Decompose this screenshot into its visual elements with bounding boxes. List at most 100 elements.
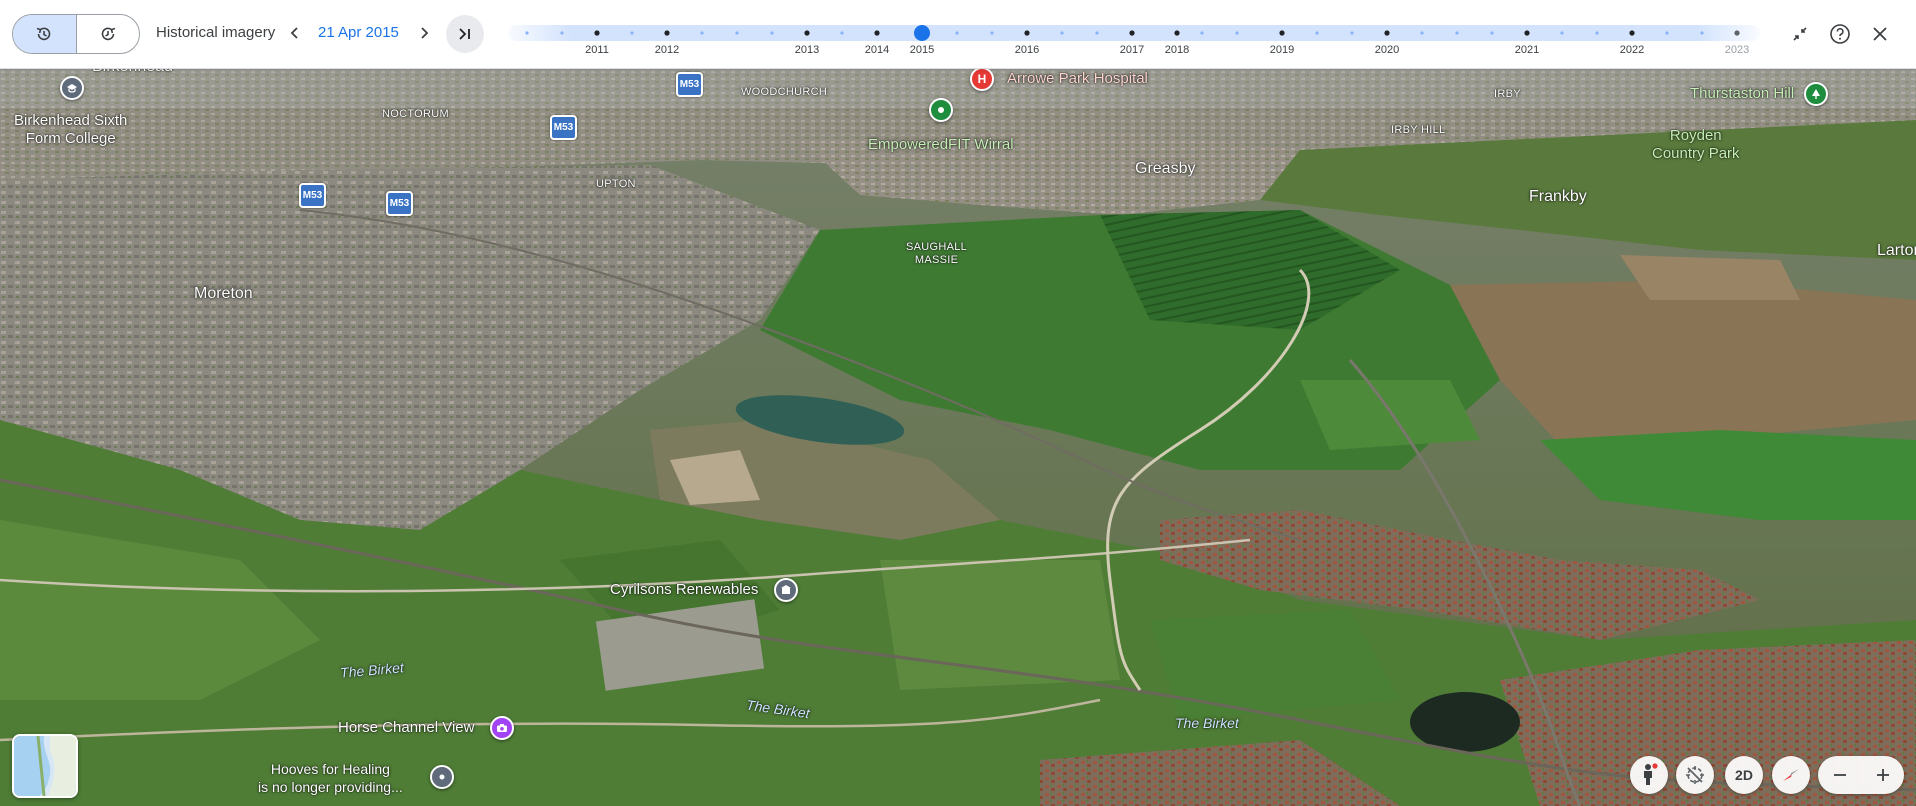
place-label-line: Birkenhead Sixth — [14, 112, 128, 129]
timeline-minor-dot[interactable] — [1060, 31, 1064, 35]
timeline-year-dot[interactable] — [1734, 30, 1740, 36]
zoom-out-button[interactable] — [1818, 756, 1861, 794]
close-button[interactable] — [1866, 20, 1894, 48]
disable-tilt-button[interactable] — [1676, 756, 1714, 794]
timeline-year-dot[interactable] — [804, 30, 810, 36]
timeline-year-label: 2013 — [795, 44, 819, 56]
history-back-button[interactable] — [13, 15, 76, 53]
place-label-line: Royden — [1669, 127, 1722, 144]
timeline-year-label: 2019 — [1270, 44, 1294, 56]
view-mode-2d-button[interactable]: 2D — [1725, 756, 1763, 794]
m53-motorway-shield: M53 — [386, 191, 413, 216]
historical-imagery-bar: Historical imagery 21 Apr 2015 2011 2012 2… — [0, 0, 1916, 69]
building-icon[interactable] — [774, 578, 798, 602]
school-icon[interactable] — [60, 76, 84, 100]
timeline-minor-dot[interactable] — [1665, 31, 1669, 35]
place-label-line: SAUGHALL — [906, 241, 968, 253]
history-forward-icon — [101, 27, 115, 41]
minimap-button[interactable] — [12, 734, 78, 798]
timeline-year-label: 2014 — [865, 44, 889, 56]
timeline-minor-dot[interactable] — [1315, 31, 1319, 35]
place-label-moreton: Moreton — [194, 285, 253, 302]
timeline-minor-dot[interactable] — [630, 31, 634, 35]
tilt-off-icon — [1686, 766, 1704, 784]
timeline-minor-dot[interactable] — [560, 31, 564, 35]
water-label-the-birket: The Birket — [1175, 715, 1239, 731]
place-label-noctorum: NOCTORUM — [382, 108, 449, 120]
timeline-year-dot[interactable] — [1174, 30, 1180, 36]
timeline-year-label: 2021 — [1515, 44, 1539, 56]
timeline-year-label: 2020 — [1375, 44, 1399, 56]
timeline-selected-dot[interactable] — [914, 25, 930, 41]
camera-icon[interactable] — [490, 716, 514, 740]
timeline-minor-dot[interactable] — [1560, 31, 1564, 35]
zoom-in-button[interactable] — [1861, 756, 1904, 794]
previous-date-button[interactable] — [282, 20, 308, 46]
timeline-year-label: 2017 — [1120, 44, 1144, 56]
place-label-saughall-massie: SAUGHALL MASSIE — [906, 241, 967, 267]
timeline-minor-dot[interactable] — [1700, 31, 1704, 35]
timeline-year-dot[interactable] — [1129, 30, 1135, 36]
street-view-button[interactable] — [1630, 756, 1668, 794]
m53-motorway-shield: M53 — [299, 183, 326, 208]
hospital-icon[interactable]: H — [970, 67, 994, 91]
place-label-irby: IRBY — [1494, 88, 1521, 100]
place-label-horse-channel-view[interactable]: Horse Channel View — [338, 719, 474, 736]
timeline-minor-dot[interactable] — [525, 31, 529, 35]
place-label-thurstaston-hill[interactable]: Thurstaston Hill — [1690, 85, 1794, 102]
collapse-icon — [1793, 27, 1807, 41]
place-label-birkenhead-sixth-form-college[interactable]: Birkenhead Sixth Form College — [14, 112, 127, 148]
timeline-year-dot[interactable] — [1279, 30, 1285, 36]
timeline-minor-dot[interactable] — [840, 31, 844, 35]
timeline-year-dot[interactable] — [1024, 30, 1030, 36]
timeline-minor-dot[interactable] — [1420, 31, 1424, 35]
timeline-minor-dot[interactable] — [1350, 31, 1354, 35]
place-label-line: Hooves for Healing — [270, 761, 390, 777]
historical-imagery-label: Historical imagery — [156, 24, 276, 41]
place-label-hooves-for-healing[interactable]: Hooves for Healing is no longer providin… — [258, 760, 403, 796]
satellite-map-3d[interactable]: M53 M53 M53 M53 Birkenhead Birkenhead Si… — [0, 0, 1916, 806]
timeline-minor-dot[interactable] — [1455, 31, 1459, 35]
place-label-larton: Larton — [1877, 242, 1916, 259]
place-label-cyrilsons-renewables[interactable]: Cyrilsons Renewables — [610, 581, 758, 598]
m53-motorway-shield: M53 — [550, 115, 577, 140]
timeline-year-dot[interactable] — [874, 30, 880, 36]
timeline-minor-dot[interactable] — [990, 31, 994, 35]
timeline-year-label: 2023 — [1725, 44, 1749, 56]
place-label-frankby: Frankby — [1529, 188, 1587, 205]
timeline-year-dot[interactable] — [664, 30, 670, 36]
jump-to-latest-button[interactable] — [446, 15, 484, 53]
place-label-empoweredfit-wirral[interactable]: EmpoweredFIT Wirral — [868, 136, 1014, 153]
timeline-minor-dot[interactable] — [1095, 31, 1099, 35]
timeline-year-dot[interactable] — [594, 30, 600, 36]
close-icon — [1873, 27, 1887, 41]
timeline-minor-dot[interactable] — [1490, 31, 1494, 35]
park-icon[interactable] — [1804, 82, 1828, 106]
timeline-minor-dot[interactable] — [1595, 31, 1599, 35]
timeline-year-label: 2016 — [1015, 44, 1039, 56]
compass-button[interactable] — [1772, 756, 1810, 794]
timeline-year-dot[interactable] — [1384, 30, 1390, 36]
timeline-minor-dot[interactable] — [735, 31, 739, 35]
timeline-minor-dot[interactable] — [700, 31, 704, 35]
timeline-year-label: 2012 — [655, 44, 679, 56]
timeline-minor-dot[interactable] — [955, 31, 959, 35]
timeline-minor-dot[interactable] — [770, 31, 774, 35]
help-button[interactable] — [1826, 20, 1854, 48]
collapse-button[interactable] — [1786, 20, 1814, 48]
location-pin-icon[interactable] — [430, 765, 454, 789]
place-label-greasby: Greasby — [1135, 160, 1196, 177]
selected-date[interactable]: 21 Apr 2015 — [318, 24, 399, 41]
history-forward-button[interactable] — [75, 15, 140, 53]
next-date-button[interactable] — [411, 20, 437, 46]
place-label-line: is no longer providing... — [258, 779, 403, 795]
place-label-arrowe-park-hospital[interactable]: Arrowe Park Hospital — [1007, 70, 1148, 87]
place-label-line: MASSIE — [914, 254, 959, 266]
timeline-year-dot[interactable] — [1524, 30, 1530, 36]
place-label-royden-country-park[interactable]: Royden Country Park — [1652, 127, 1740, 163]
fitness-icon[interactable] — [929, 98, 953, 122]
timeline-year-dot[interactable] — [1629, 30, 1635, 36]
timeline-minor-dot[interactable] — [1200, 31, 1204, 35]
timeline-minor-dot[interactable] — [1235, 31, 1239, 35]
place-label-line: Form College — [25, 130, 116, 147]
